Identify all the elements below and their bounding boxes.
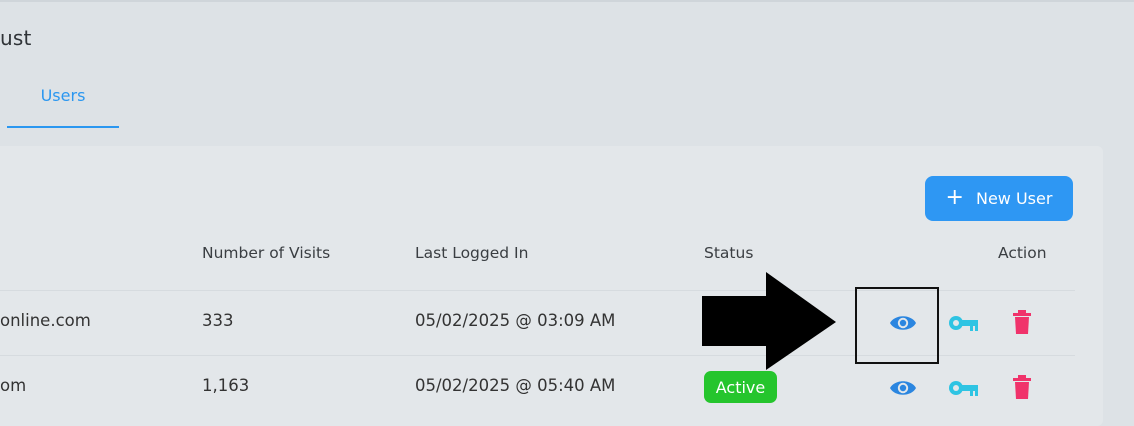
column-header-last-login[interactable]: Last Logged In [415,244,528,262]
trash-icon[interactable] [1012,309,1032,335]
column-header-status[interactable]: Status [704,244,753,262]
trash-icon[interactable] [1012,374,1032,400]
cell-last-login: 05/02/2025 @ 03:09 AM [415,311,616,330]
column-header-visits[interactable]: Number of Visits [202,244,330,262]
key-icon[interactable] [948,377,980,399]
plus-icon: + [945,184,964,210]
status-badge: Active [704,371,777,403]
cell-last-login: 05/02/2025 @ 05:40 AM [415,376,616,395]
annotation-arrow [702,272,836,370]
cell-visits: 1,163 [202,376,250,395]
column-header-action: Action [998,244,1047,262]
new-user-label: New User [975,189,1053,208]
cell-visits: 333 [202,311,234,330]
tab-users-label: Users [40,86,86,105]
tab-users[interactable]: Users [7,76,119,128]
eye-icon[interactable] [888,377,918,399]
top-border [0,0,1134,2]
cell-email: om [0,376,27,395]
cell-email: online.com [0,311,91,330]
annotation-highlight-box [855,287,939,364]
new-user-button[interactable]: + New User [925,176,1073,221]
page-title: ust [0,26,32,50]
key-icon[interactable] [948,312,980,334]
